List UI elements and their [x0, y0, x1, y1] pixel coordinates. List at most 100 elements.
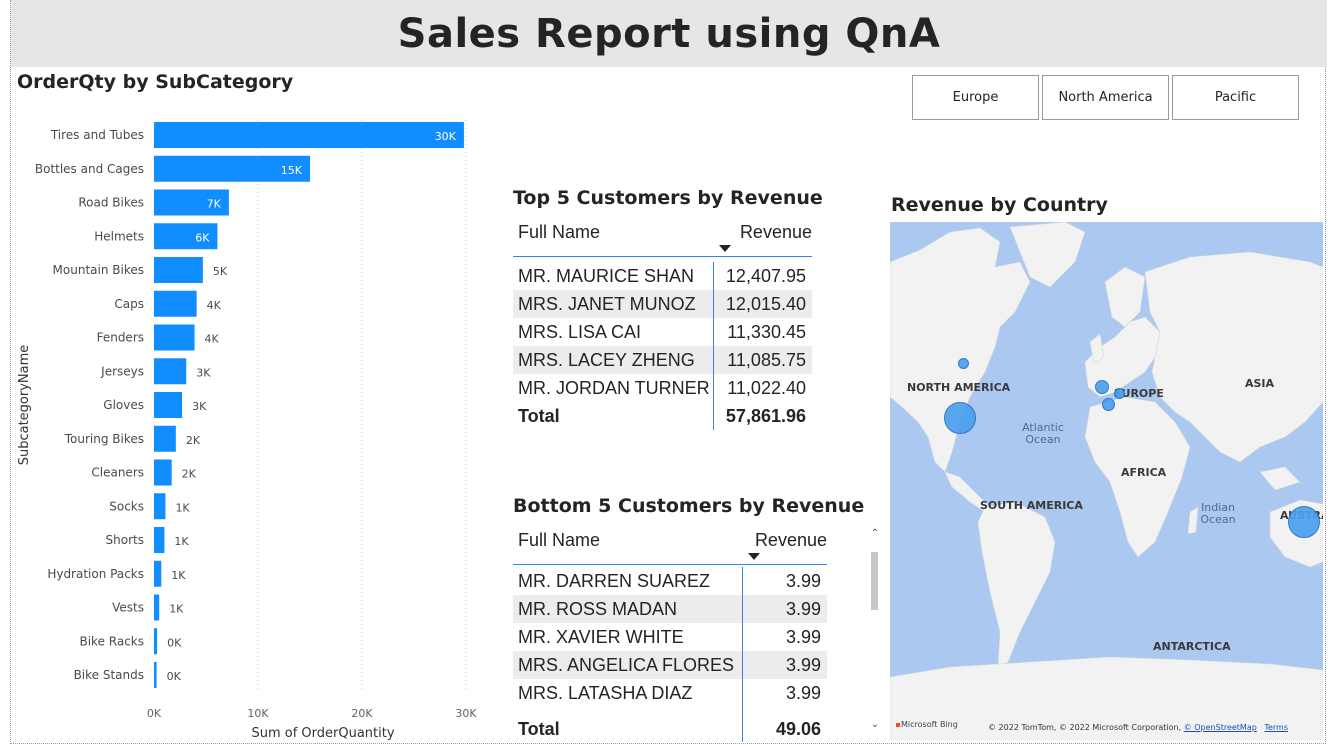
bar[interactable]: [154, 628, 158, 655]
bar[interactable]: [154, 290, 197, 317]
x-tick-label: 0K: [147, 707, 162, 720]
category-label: Road Bikes: [78, 196, 144, 210]
bar[interactable]: [154, 324, 195, 351]
map-label-north-america: NORTH AMERICA: [907, 381, 1011, 394]
customer-name: MRS. ANGELICA FLORES: [518, 654, 735, 675]
category-label: Touring Bikes: [64, 432, 144, 446]
map-label-africa: AFRICA: [1121, 466, 1167, 479]
table-row[interactable]: MRS. JANET MUNOZ 12,015.40: [513, 290, 812, 318]
total-row: Total 49.06: [513, 715, 827, 742]
map-bubble-united-kingdom[interactable]: [1095, 380, 1109, 394]
data-label: 1K: [175, 501, 190, 514]
category-label: Socks: [109, 499, 144, 513]
category-label: Mountain Bikes: [53, 263, 144, 277]
top5-col-revenue[interactable]: Revenue: [713, 218, 812, 256]
scrollbar-thumb[interactable]: [871, 552, 878, 610]
bottom5-col-full-name[interactable]: Full Name: [513, 526, 742, 564]
table-row[interactable]: MRS. ANGELICA FLORES 3.99: [513, 651, 827, 679]
map-bubble-france[interactable]: [1102, 398, 1115, 411]
data-label: 1K: [174, 535, 189, 548]
map-label-indian-ocean: Indian Ocean: [1200, 501, 1236, 526]
table-row[interactable]: MR. JORDAN TURNER 11,022.40: [513, 374, 812, 402]
customer-revenue: 12,015.40: [713, 290, 812, 318]
table-row[interactable]: MR. MAURICE SHAN 12,407.95: [513, 262, 812, 290]
category-label: Hydration Packs: [47, 567, 144, 581]
customer-name: MRS. LISA CAI: [518, 321, 642, 342]
region-slicer: Europe North America Pacific: [912, 75, 1299, 120]
bar[interactable]: [154, 493, 166, 520]
category-label: Vests: [112, 601, 144, 615]
customer-name: MR. MAURICE SHAN: [518, 265, 695, 286]
attribution-text: © 2022 TomTom, © 2022 Microsoft Corporat…: [988, 723, 1184, 732]
customer-revenue: 3.99: [742, 623, 827, 651]
table-row[interactable]: MRS. LATASHA DIAZ 3.99: [513, 679, 827, 707]
slicer-option-pacific[interactable]: Pacific: [1172, 75, 1299, 120]
data-label: 1K: [171, 569, 186, 582]
scroll-up-icon[interactable]: ⌃: [869, 528, 881, 539]
revenue-map[interactable]: NORTH AMERICA EUROPE ASIA AFRICA SOUTH A…: [890, 222, 1323, 740]
customer-revenue: 3.99: [742, 651, 827, 679]
top5-col-full-name[interactable]: Full Name: [513, 218, 713, 256]
map-label-south-america: SOUTH AMERICA: [980, 499, 1083, 512]
bar[interactable]: [154, 257, 203, 283]
total-label: Total: [518, 405, 560, 426]
bottom5-title: Bottom 5 Customers by Revenue: [513, 495, 865, 517]
bar[interactable]: [154, 425, 176, 452]
map-label-antarctica: ANTARCTICA: [1153, 640, 1231, 653]
category-label: Jerseys: [100, 364, 144, 378]
customer-revenue: 11,022.40: [713, 374, 812, 402]
customer-name: MR. ROSS MADAN: [518, 598, 678, 619]
terms-link[interactable]: Terms: [1264, 723, 1288, 732]
sort-desc-icon: [748, 553, 760, 560]
bar[interactable]: [154, 560, 162, 587]
customer-name: MRS. LACEY ZHENG: [518, 349, 695, 370]
bar[interactable]: [154, 594, 160, 621]
customer-name: MR. XAVIER WHITE: [518, 626, 684, 647]
bing-logo: Microsoft Bing: [896, 720, 958, 729]
map-bubble-australia[interactable]: [1288, 506, 1320, 538]
bar[interactable]: [154, 122, 464, 148]
x-tick-label: 10K: [247, 707, 269, 720]
data-label: 3K: [192, 400, 207, 413]
data-label: 15K: [281, 164, 303, 177]
bottom5-col-revenue[interactable]: Revenue: [742, 526, 827, 564]
map-attribution: © 2022 TomTom, © 2022 Microsoft Corporat…: [988, 723, 1288, 732]
customer-name: MR. JORDAN TURNER: [518, 377, 710, 398]
table-row[interactable]: MR. ROSS MADAN 3.99: [513, 595, 827, 623]
table-row[interactable]: MRS. LISA CAI 11,330.45: [513, 318, 812, 346]
table-row[interactable]: MR. XAVIER WHITE 3.99: [513, 623, 827, 651]
map-label-atlantic-ocean: Atlantic Ocean: [1022, 421, 1064, 446]
table-row[interactable]: MRS. LACEY ZHENG 11,085.75: [513, 346, 812, 374]
y-axis-title: SubcategoryName: [17, 345, 32, 466]
report-header: Sales Report using QnA: [11, 0, 1327, 67]
bottom5-table: Full Name Revenue MR. DARREN SUAREZ 3.99…: [513, 526, 827, 742]
openstreetmap-link[interactable]: © OpenStreetMap: [1184, 723, 1257, 732]
category-label: Bike Racks: [79, 634, 144, 648]
category-label: Helmets: [94, 229, 144, 243]
data-label: 2K: [186, 434, 201, 447]
slicer-option-north-america[interactable]: North America: [1042, 75, 1169, 120]
map-label-asia: ASIA: [1245, 377, 1275, 390]
map-bubble-canada[interactable]: [958, 358, 969, 369]
slicer-option-europe[interactable]: Europe: [912, 75, 1039, 120]
map-footer: Microsoft Bing © 2022 TomTom, © 2022 Mic…: [890, 718, 1323, 740]
bar[interactable]: [154, 662, 157, 688]
bar[interactable]: [154, 358, 187, 385]
bar[interactable]: [154, 527, 165, 553]
map-bubble-united-states[interactable]: [944, 402, 976, 434]
bottom5-scrollbar[interactable]: ⌃ ⌄: [869, 524, 881, 730]
bar[interactable]: [154, 392, 183, 418]
total-value: 57,861.96: [713, 402, 812, 430]
total-value: 49.06: [742, 715, 827, 742]
data-label: 1K: [169, 603, 184, 616]
scroll-down-icon[interactable]: ⌄: [869, 719, 881, 730]
report-title: Sales Report using QnA: [397, 10, 941, 57]
orderqty-bar-chart[interactable]: Tires and Tubes 30K Bottles and Cages 15K Ro…: [12, 100, 492, 745]
category-label: Fenders: [97, 331, 144, 345]
customer-revenue: 12,407.95: [713, 262, 812, 290]
customer-revenue: 11,085.75: [713, 346, 812, 374]
map-bubble-germany[interactable]: [1114, 388, 1125, 399]
customer-name: MRS. LATASHA DIAZ: [518, 682, 693, 703]
bar[interactable]: [154, 459, 172, 486]
table-row[interactable]: MR. DARREN SUAREZ 3.99: [513, 567, 827, 595]
